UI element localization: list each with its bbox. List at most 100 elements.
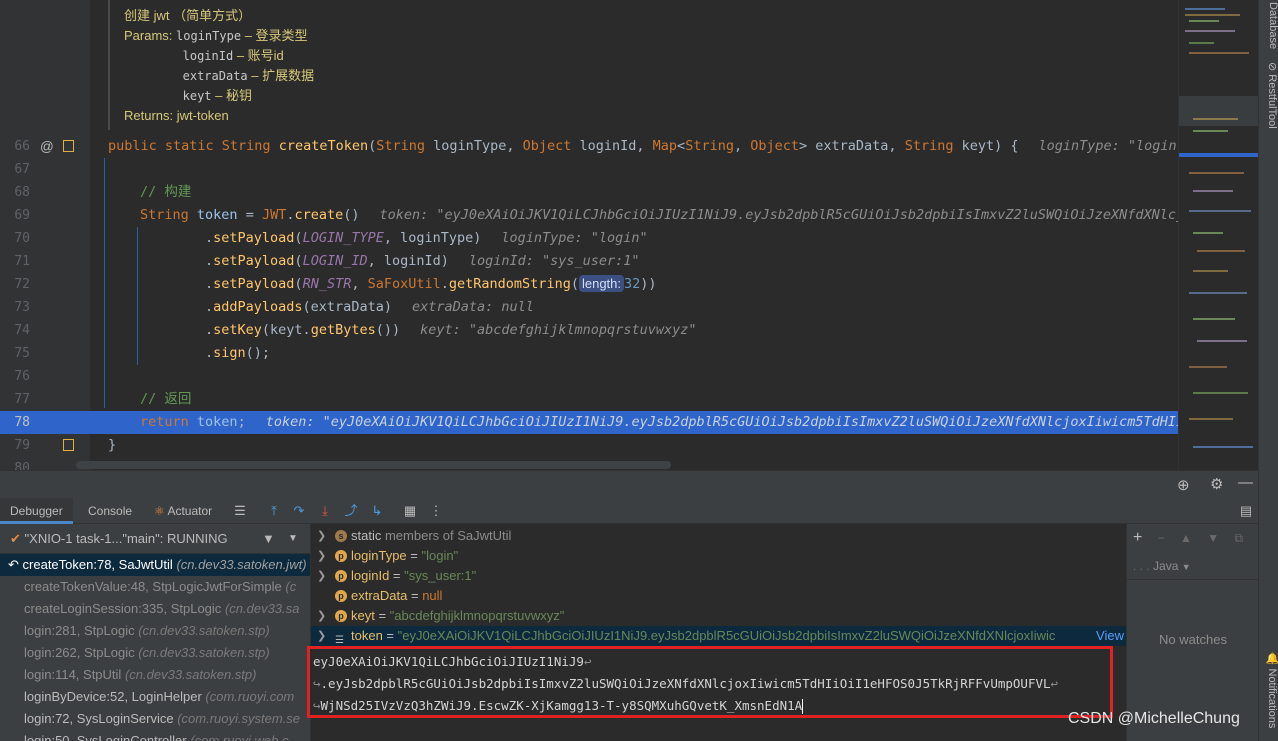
expand-arrow-icon[interactable]: ❯ (317, 566, 326, 586)
tool-tab-restfultool[interactable]: ⊘ RestfulTool (1259, 62, 1278, 129)
bell-icon: 🔔 (1266, 652, 1278, 666)
code-editor[interactable]: 创建 jwt （简单方式） Params: loginType – 登录类型 l… (0, 0, 1258, 470)
stack-frame[interactable]: ↶ createToken:78, SaJwtUtil (cn.dev33.sa… (0, 554, 310, 576)
override-icon[interactable]: @ (40, 135, 54, 158)
expand-arrow-icon[interactable]: ❯ (317, 526, 326, 546)
code-text: .addPayloads(extraData) extraData: null (205, 299, 534, 315)
line-number: 78 (14, 415, 30, 430)
variable-row[interactable]: ❯ p loginType = "login" (311, 546, 1126, 566)
layout-icon[interactable]: ▤ (1238, 503, 1254, 519)
evaluate-expression-icon[interactable]: ▦ (402, 503, 418, 519)
minimap-viewport[interactable] (1179, 96, 1258, 126)
code-line-73[interactable]: 73 .addPayloads(extraData) extraData: nul… (0, 296, 1178, 319)
show-execution-point-icon[interactable]: ⤒ (266, 503, 282, 519)
debug-tabs: Debugger Console ⚛ Actuator ☰ ⤒ ↷ ⤓ ⤴ ↳ … (0, 498, 1258, 524)
minimize-icon[interactable]: — (1238, 474, 1253, 491)
stack-frame[interactable]: createTokenValue:48, StpLogicJwtForSimpl… (0, 576, 310, 598)
fold-icon[interactable] (63, 439, 74, 451)
javadoc-returns: Returns: jwt-token (124, 108, 229, 123)
expand-arrow-icon[interactable]: ❯ (317, 626, 326, 646)
step-into-icon[interactable]: ⤓ (317, 503, 333, 519)
javadoc-param-desc: – 账号id (236, 48, 284, 63)
line-number: 80 (14, 461, 30, 470)
frame-package: (c (285, 579, 297, 594)
bookmark-icon[interactable] (63, 140, 74, 152)
code-line-68[interactable]: 68 // 构建 (0, 181, 1178, 204)
minimap[interactable] (1178, 0, 1258, 470)
javadoc-param: keyt – 秘钥 (124, 86, 438, 106)
javadoc-param-desc: – 登录类型 (244, 28, 308, 43)
code-line-79[interactable]: 79 } (0, 434, 1178, 457)
copy-icon[interactable]: ⧉ (1235, 531, 1244, 545)
code-line-72[interactable]: 72 .setPayload(RN_STR, SaFoxUtil.getRand… (0, 273, 1178, 296)
menu-icon[interactable]: ☰ (232, 503, 248, 519)
crosshair-icon[interactable]: ⊕ (1177, 476, 1190, 494)
thread-selector[interactable]: ✔ "XNIO-1 task-1..."main": RUNNING ▼ ▼ (0, 524, 310, 554)
filter-icon[interactable]: ▼ (262, 524, 275, 554)
tab-label: Actuator (167, 504, 213, 518)
expand-arrow-icon[interactable]: ❯ (317, 606, 326, 626)
code-line-66[interactable]: 66 @ public static String createToken(St… (0, 135, 1184, 158)
inline-value-hint: extraData: null (411, 299, 534, 315)
execution-line-78[interactable]: 78 return token; token: "eyJ0eXAiOiJKV1Qi… (0, 411, 1192, 434)
code-line-77[interactable]: 77 // 返回 (0, 388, 1178, 411)
move-down-icon[interactable]: ▼ (1207, 531, 1219, 545)
token-value-popup[interactable]: eyJ0eXAiOiJKV1QiLCJhbGciOiJIUzI1NiJ9↩ ↪.… (307, 646, 1113, 718)
stack-frame[interactable]: login:50, SysLoginController (com.ruoyi.… (0, 730, 310, 741)
variable-row[interactable]: ❯ p loginId = "sys_user:1" (311, 566, 1126, 586)
variable-row[interactable]: p extraData = null (311, 586, 1126, 606)
watch-language-selector[interactable]: . . . Java ▼ (1127, 552, 1258, 580)
run-to-cursor-icon[interactable]: ↳ (369, 503, 385, 519)
code-text: public static String createToken(String … (108, 138, 1185, 154)
gear-icon[interactable]: ⚙ (1210, 475, 1223, 493)
code-comment: // 构建 (140, 184, 192, 200)
remove-watch-icon[interactable]: − (1158, 531, 1165, 545)
stack-frame[interactable]: login:114, StpUtil (cn.dev33.satoken.stp… (0, 664, 310, 686)
code-text: .setPayload(RN_STR, SaFoxUtil.getRandomS… (205, 275, 657, 292)
tool-tab-database[interactable]: Database (1259, 2, 1278, 49)
token-line: ↪WjNSd25IVzVzQ3hZWiJ9.EscwZK-XjKamgg13-T… (313, 695, 1107, 717)
tab-debugger[interactable]: Debugger (0, 498, 73, 524)
frames-panel: ✔ "XNIO-1 task-1..."main": RUNNING ▼ ▼ ↶… (0, 524, 311, 741)
thread-label: "XNIO-1 task-1..."main": RUNNING (24, 531, 228, 546)
stack-frame[interactable]: login:281, StpLogic (cn.dev33.satoken.st… (0, 620, 310, 642)
step-out-icon[interactable]: ⤴ (343, 503, 359, 519)
javadoc-param-name: extraData (182, 69, 248, 83)
inline-value-hint: keyt: "abcdefghijklmnopqrstuvwxyz" (420, 322, 697, 338)
step-over-icon[interactable]: ↷ (291, 503, 307, 519)
javadoc-param-name: keyt (182, 89, 212, 103)
code-line-70[interactable]: 70 .setPayload(LOGIN_TYPE, loginType) log… (0, 227, 1178, 250)
code-line-71[interactable]: 71 .setPayload(LOGIN_ID, loginId) loginId… (0, 250, 1178, 273)
variable-row[interactable]: ❯ s static members of SaJwtUtil (311, 526, 1126, 546)
line-number: 79 (14, 438, 30, 453)
watches-panel: + − ▲ ▼ ⧉ . . . Java ▼ No watches (1126, 524, 1258, 741)
code-line-69[interactable]: 69 String token = JWT.create() token: "ey… (0, 204, 1192, 227)
add-watch-icon[interactable]: + (1133, 529, 1142, 546)
code-line-76[interactable]: 76 (0, 365, 1178, 388)
variable-row-token[interactable]: ❯ ☰ token = "eyJ0eXAiOiJKV1QiLCJhbGciOiJ… (311, 626, 1126, 646)
javadoc-param: extraData – 扩展数据 (124, 66, 438, 86)
watch-toolbar: + − ▲ ▼ ⧉ (1127, 524, 1258, 552)
view-link[interactable]: View (1096, 626, 1126, 646)
code-line-67[interactable]: 67 (0, 158, 1178, 181)
more-icon[interactable]: ⋮ (428, 503, 444, 519)
line-number: 74 (14, 323, 30, 338)
stack-frame[interactable]: createLoginSession:335, StpLogic (cn.dev… (0, 598, 310, 620)
line-number: 75 (14, 346, 30, 361)
horizontal-scrollbar[interactable] (76, 461, 671, 469)
tool-tab-notifications[interactable]: 🔔 Notifications (1259, 652, 1278, 728)
stack-frame[interactable]: loginByDevice:52, LoginHelper (com.ruoyi… (0, 686, 310, 708)
stack-frame[interactable]: login:262, StpLogic (cn.dev33.satoken.st… (0, 642, 310, 664)
line-number: 70 (14, 231, 30, 246)
chevron-down-icon[interactable]: ▼ (288, 524, 298, 554)
move-up-icon[interactable]: ▲ (1180, 531, 1192, 545)
code-line-74[interactable]: 74 .setKey(keyt.getBytes()) keyt: "abcdef… (0, 319, 1178, 342)
tab-console[interactable]: Console (78, 498, 142, 524)
expand-arrow-icon[interactable]: ❯ (317, 546, 326, 566)
tab-actuator[interactable]: ⚛ Actuator (144, 498, 222, 524)
code-line-75[interactable]: 75 .sign(); (0, 342, 1178, 365)
stack-frame[interactable]: login:72, SysLoginService (com.ruoyi.sys… (0, 708, 310, 730)
frame-package: (cn.dev33.satoken.jwt) (176, 557, 307, 572)
variable-value: "sys_user:1" (404, 568, 477, 583)
variable-row[interactable]: ❯ p keyt = "abcdefghijklmnopqrstuvwxyz" (311, 606, 1126, 626)
